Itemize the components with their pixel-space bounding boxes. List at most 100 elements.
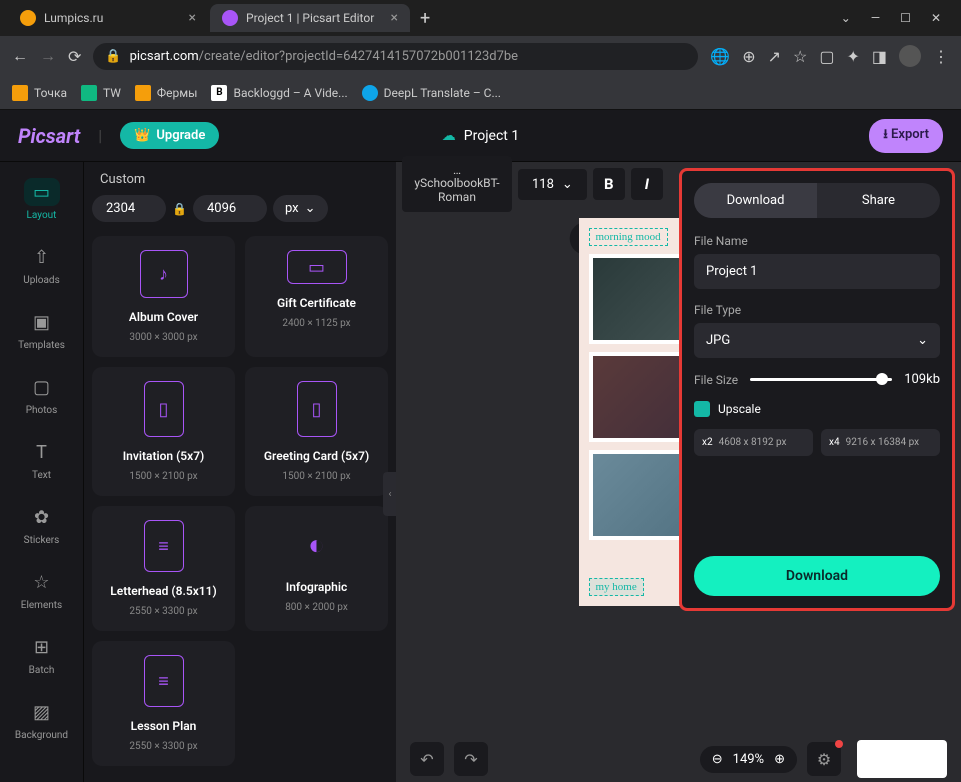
bookmark-item[interactable]: Фермы — [135, 85, 198, 101]
bookmark-item[interactable]: Точка — [12, 85, 67, 101]
collapse-panel-button[interactable]: ‹ — [383, 472, 396, 516]
slider-thumb[interactable] — [876, 373, 888, 385]
text-element-bottom[interactable]: my home — [589, 578, 644, 596]
unit-select[interactable]: px⌄ — [273, 195, 328, 222]
tab-share[interactable]: Share — [817, 183, 940, 218]
zoom-icon[interactable]: ⊕ — [742, 47, 755, 66]
browser-tab-2[interactable]: Project 1 | Picsart Editor × — [210, 4, 410, 32]
minimize-icon[interactable]: — — [871, 11, 880, 25]
bookmark-item[interactable]: DeepL Translate – С... — [362, 85, 501, 101]
browser-tab-1[interactable]: Lumpics.ru × — [8, 4, 208, 32]
filename-input[interactable]: Project 1 — [694, 254, 940, 289]
bookmark-item[interactable]: BBackloggd – A Vide... — [211, 85, 347, 101]
share-icon[interactable]: ↗ — [768, 47, 781, 66]
reload-icon[interactable]: ⟳ — [68, 47, 81, 66]
sidebar-item-layout[interactable]: ▭Layout — [0, 170, 83, 229]
url-input[interactable]: 🔒 picsart.com/create/editor?projectId=64… — [93, 43, 698, 70]
forward-icon[interactable]: → — [40, 46, 56, 66]
sidebar-item-background[interactable]: ▨Background — [0, 690, 83, 749]
avatar[interactable] — [899, 45, 921, 67]
text-icon: T — [24, 438, 60, 466]
sidebar-item-elements[interactable]: ☆Elements — [0, 560, 83, 619]
height-input[interactable]: 4096 — [193, 195, 267, 222]
export-button[interactable]: ⭳ Export — [869, 119, 943, 153]
album-icon: ♪ — [140, 250, 188, 298]
layout-card-gift[interactable]: ▭Gift Certificate2400 × 1125 px — [245, 236, 388, 357]
cloud-icon: ☁ — [442, 128, 456, 144]
sidepanel-icon[interactable]: ◨ — [872, 47, 887, 66]
upscale-x2-button[interactable]: x24608 x 8192 px — [694, 429, 813, 456]
layout-card-invitation[interactable]: ▯Invitation (5x7)1500 × 2100 px — [92, 367, 235, 496]
new-tab-button[interactable]: + — [412, 8, 438, 29]
filesize-value: 109kb — [904, 372, 940, 387]
project-title[interactable]: ☁Project 1 — [442, 128, 519, 144]
chevron-down-icon[interactable]: ⌄ — [841, 11, 851, 25]
zoom-out-icon[interactable]: ⊖ — [712, 752, 723, 767]
app-header: Picsart | 👑Upgrade ☁Project 1 ⭳ Export — [0, 110, 961, 162]
redo-button[interactable]: ↷ — [454, 742, 488, 776]
browser-tabs: Lumpics.ru × Project 1 | Picsart Editor … — [8, 4, 829, 32]
layout-card-letterhead[interactable]: ≡Letterhead (8.5x11)2550 × 3300 px — [92, 506, 235, 631]
filetype-select[interactable]: JPG⌄ — [694, 323, 940, 358]
close-icon[interactable]: ✕ — [931, 11, 941, 25]
elements-icon: ☆ — [24, 568, 60, 596]
back-icon[interactable]: ← — [12, 46, 28, 66]
sidebar-item-stickers[interactable]: ✿Stickers — [0, 495, 83, 554]
tab-download[interactable]: Download — [694, 183, 817, 218]
filesize-label: File Size — [694, 373, 738, 387]
close-icon[interactable]: × — [189, 10, 196, 26]
text-element-top[interactable]: morning mood — [589, 228, 668, 246]
picsart-logo[interactable]: Picsart — [18, 124, 80, 148]
italic-button[interactable]: I — [631, 168, 663, 200]
upgrade-button[interactable]: 👑Upgrade — [120, 122, 219, 149]
lesson-icon: ≡ — [144, 655, 184, 707]
width-input[interactable]: 2304 — [92, 195, 166, 222]
extension-icon[interactable]: ✦ — [846, 47, 859, 66]
upload-icon: ⇧ — [24, 243, 60, 271]
bookmark-item[interactable]: TW — [81, 85, 121, 101]
layout-card-infographic[interactable]: ◐Infographic800 × 2000 px — [245, 506, 388, 631]
sidebar-item-photos[interactable]: ▢Photos — [0, 365, 83, 424]
star-icon[interactable]: ☆ — [793, 47, 807, 66]
filesize-slider[interactable] — [750, 378, 892, 381]
window-titlebar: Lumpics.ru × Project 1 | Picsart Editor … — [0, 0, 961, 36]
download-icon: ⭳ — [883, 127, 888, 142]
font-select[interactable]: …ySchoolbookBT-Roman — [402, 156, 512, 212]
batch-icon: ⊞ — [24, 633, 60, 661]
sidebar-item-text[interactable]: TText — [0, 430, 83, 489]
main-area: ▭Layout ⇧Uploads ▣Templates ▢Photos TTex… — [0, 162, 961, 782]
stickers-icon: ✿ — [24, 503, 60, 531]
tab-favicon — [20, 10, 36, 26]
chevron-down-icon: ⌄ — [305, 201, 316, 216]
greeting-icon: ▯ — [297, 381, 337, 437]
upscale-label: Upscale — [718, 402, 761, 416]
sidebar-item-uploads[interactable]: ⇧Uploads — [0, 235, 83, 294]
menu-icon[interactable]: ⋮ — [933, 47, 949, 66]
sidebar-item-templates[interactable]: ▣Templates — [0, 300, 83, 359]
download-button[interactable]: Download — [694, 556, 940, 596]
lock-icon[interactable]: 🔒 — [172, 202, 187, 216]
maximize-icon[interactable]: ☐ — [900, 11, 911, 25]
layout-card-album[interactable]: ♪Album Cover3000 × 3000 px — [92, 236, 235, 357]
photos-icon: ▢ — [24, 373, 60, 401]
page-thumbnail[interactable] — [857, 740, 947, 778]
zoom-in-icon[interactable]: ⊕ — [774, 752, 785, 767]
upscale-x4-button[interactable]: x49216 x 16384 px — [821, 429, 940, 456]
layout-card-lesson[interactable]: ≡Lesson Plan2550 × 3300 px — [92, 641, 235, 766]
settings-button[interactable]: ⚙ — [807, 742, 841, 776]
translate-icon[interactable]: 🌐 — [710, 47, 730, 66]
square-icon[interactable]: ▢ — [819, 47, 834, 66]
layout-card-greeting[interactable]: ▯Greeting Card (5x7)1500 × 2100 px — [245, 367, 388, 496]
layout-icon: ▭ — [24, 178, 60, 206]
background-icon: ▨ — [24, 698, 60, 726]
close-icon[interactable]: × — [391, 10, 398, 26]
chevron-down-icon: ⌄ — [562, 177, 573, 192]
crown-icon: 👑 — [134, 128, 150, 143]
sidebar-item-batch[interactable]: ⊞Batch — [0, 625, 83, 684]
undo-button[interactable]: ↶ — [410, 742, 444, 776]
bold-button[interactable]: B — [593, 168, 625, 200]
upscale-badge-icon — [694, 401, 710, 417]
font-size-select[interactable]: 118⌄ — [518, 169, 587, 200]
download-panel: Download Share File Name Project 1 File … — [679, 168, 955, 611]
upscale-row: Upscale — [694, 401, 940, 417]
